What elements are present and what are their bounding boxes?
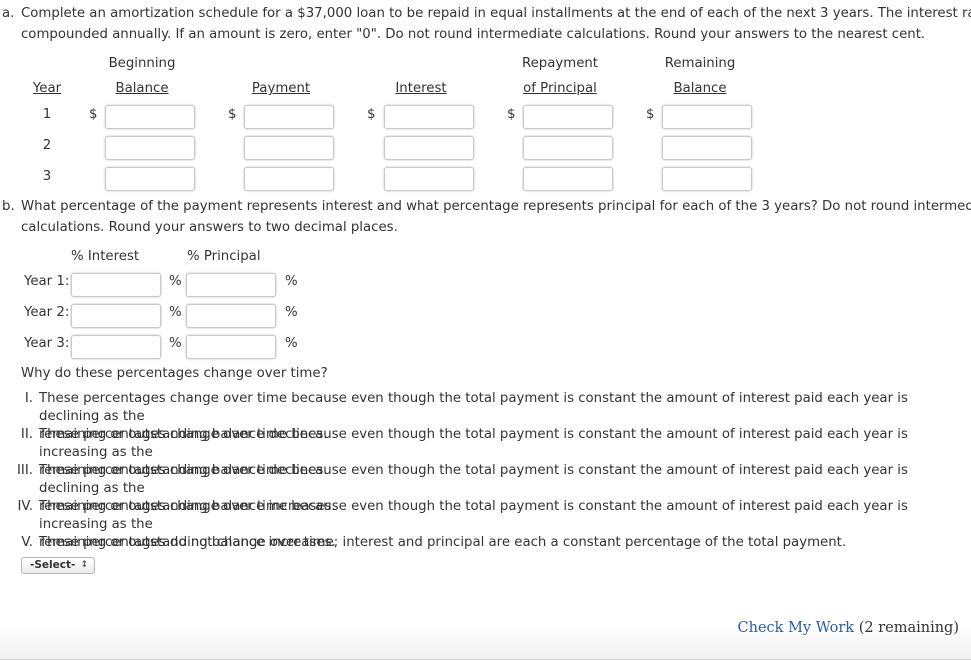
- option-number: I.: [24, 391, 33, 406]
- part-a-marker: a.: [2, 6, 15, 21]
- check-my-work: Check My Work (2 remaining): [738, 620, 959, 636]
- beginning-balance-input-year-3[interactable]: [105, 167, 195, 191]
- part-b-question-line1: What percentage of the payment represent…: [21, 199, 971, 214]
- year-2-label: Year 2:: [24, 305, 70, 320]
- interest-input-year-1[interactable]: [384, 105, 474, 129]
- header-repayment-top: Repayment: [521, 56, 599, 71]
- year-label: 1: [42, 107, 52, 122]
- dollar-sign: $: [228, 107, 237, 122]
- why-question: Why do these percentages change over tim…: [21, 366, 328, 381]
- option-text-line1: These percentages change over time becau…: [39, 427, 908, 460]
- header-pct-interest: % Interest: [71, 249, 140, 264]
- repayment-input-year-1[interactable]: [523, 105, 613, 129]
- part-a-question-line2: compounded annually. If an amount is zer…: [21, 27, 926, 42]
- select-value: -Select-: [30, 559, 76, 571]
- up-down-arrows-icon: ↕: [80, 560, 88, 570]
- attempts-remaining: (2 remaining): [858, 620, 959, 636]
- part-a-question-line1: Complete an amortization schedule for a …: [21, 6, 971, 21]
- header-payment: Payment: [251, 81, 311, 96]
- pct-interest-input-year-2[interactable]: [71, 304, 161, 328]
- option-number: V.: [21, 535, 33, 550]
- remaining-balance-input-year-3[interactable]: [662, 167, 752, 191]
- payment-input-year-3[interactable]: [244, 167, 334, 191]
- header-beginning-balance: Balance: [115, 81, 169, 96]
- header-year: Year: [32, 81, 62, 96]
- pct-interest-input-year-1[interactable]: [71, 273, 161, 297]
- pct-interest-input-year-3[interactable]: [71, 335, 161, 359]
- interest-input-year-2[interactable]: [384, 136, 474, 160]
- header-interest: Interest: [395, 81, 447, 96]
- pct-principal-input-year-1[interactable]: [186, 273, 276, 297]
- percent-sign: %: [169, 336, 182, 351]
- part-b-question-line2: calculations. Round your answers to two …: [21, 220, 398, 235]
- option-number: III.: [17, 463, 33, 478]
- percent-sign: %: [285, 274, 298, 289]
- dollar-sign: $: [367, 107, 376, 122]
- percent-sign: %: [169, 274, 182, 289]
- interest-input-year-3[interactable]: [384, 167, 474, 191]
- percent-sign: %: [285, 336, 298, 351]
- year-label: 2: [42, 138, 52, 153]
- beginning-balance-input-year-2[interactable]: [105, 136, 195, 160]
- header-repayment-principal: of Principal: [523, 81, 597, 96]
- percent-sign: %: [285, 305, 298, 320]
- dollar-sign: $: [89, 107, 98, 122]
- option-text-line1: These percentages do not change over tim…: [39, 535, 847, 550]
- option-text-line1: These percentages change over time becau…: [39, 391, 908, 424]
- option-number: II.: [20, 427, 33, 442]
- part-b-marker: b.: [2, 199, 15, 214]
- payment-input-year-2[interactable]: [244, 136, 334, 160]
- remaining-balance-input-year-2[interactable]: [662, 136, 752, 160]
- pct-principal-input-year-3[interactable]: [186, 335, 276, 359]
- beginning-balance-input-year-1[interactable]: [105, 105, 195, 129]
- option-number: IV.: [17, 499, 33, 514]
- repayment-input-year-3[interactable]: [523, 167, 613, 191]
- header-remaining-top: Remaining: [664, 56, 736, 71]
- pct-principal-input-year-2[interactable]: [186, 304, 276, 328]
- remaining-balance-input-year-1[interactable]: [662, 105, 752, 129]
- answer-select-dropdown[interactable]: -Select- ↕: [21, 557, 95, 574]
- check-my-work-link[interactable]: Check My Work: [738, 620, 855, 636]
- option-item: V. These percentages do not change over …: [21, 534, 847, 552]
- year-1-label: Year 1:: [24, 274, 70, 289]
- option-text-line1: These percentages change over time becau…: [39, 499, 908, 532]
- repayment-input-year-2[interactable]: [523, 136, 613, 160]
- option-text-line1: These percentages change over time becau…: [39, 463, 908, 496]
- year-label: 3: [42, 169, 52, 184]
- header-pct-principal: % Principal: [187, 249, 261, 264]
- header-beginning-top: Beginning: [108, 56, 176, 71]
- dollar-sign: $: [646, 107, 655, 122]
- year-3-label: Year 3:: [24, 336, 70, 351]
- dollar-sign: $: [507, 107, 516, 122]
- payment-input-year-1[interactable]: [244, 105, 334, 129]
- header-remaining-balance: Balance: [673, 81, 727, 96]
- percent-sign: %: [169, 305, 182, 320]
